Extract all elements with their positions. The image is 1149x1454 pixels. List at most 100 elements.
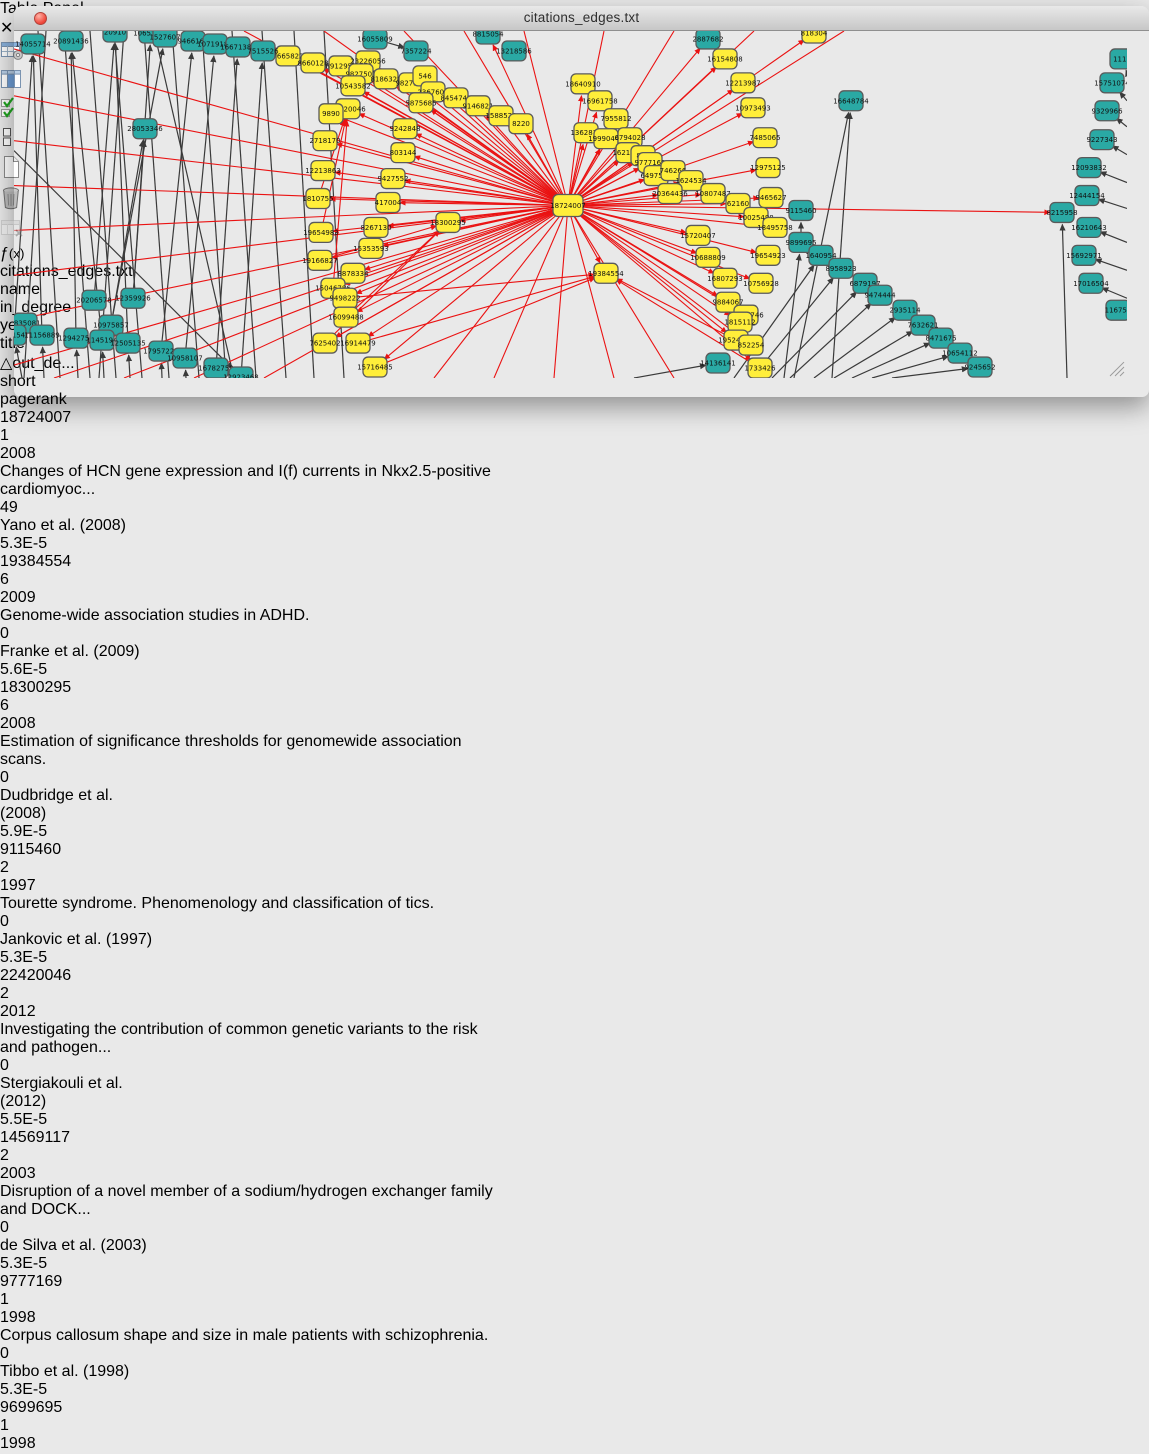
node-label: 546 [418, 72, 431, 80]
node-label: 20364436 [652, 190, 688, 198]
cell: 0 [0, 769, 65, 787]
edge [1095, 259, 1127, 270]
cell: Tibbo et al. (1998) [0, 1363, 160, 1381]
table-row[interactable]: 2242004622012Investigating the contribut… [0, 967, 1149, 1129]
node-label: 12359926 [115, 295, 151, 303]
edge [1100, 172, 1127, 183]
delete-table-disabled-icon [0, 216, 1149, 245]
cell: 2 [0, 985, 103, 1003]
edge [1098, 199, 1127, 208]
cell: Tourette syndrome. Phenomenology and cla… [0, 895, 493, 913]
table-row[interactable]: 1872400712008Changes of HCN gene express… [0, 409, 1149, 553]
node-label: 19654923 [750, 252, 786, 260]
cell: 1 [0, 1291, 103, 1309]
node-label: 20910 [104, 31, 126, 36]
node-label: 9465627 [755, 194, 786, 202]
node-label: 9245652 [964, 364, 995, 372]
node-label: 16099488 [328, 314, 364, 322]
cell: 18300295 [0, 679, 86, 697]
cell: 2 [0, 1147, 103, 1165]
node-label: 15716485 [357, 364, 393, 372]
cell: Disruption of a novel member of a sodium… [0, 1183, 493, 1219]
node-label: 1527607 [149, 33, 180, 41]
edge [872, 356, 948, 378]
edge [1062, 224, 1067, 378]
node-label: 10688809 [690, 254, 726, 262]
edge [814, 317, 895, 378]
close-window-button[interactable] [34, 12, 47, 25]
sort-ascending-icon: △ [0, 355, 12, 372]
cell: 2 [0, 859, 103, 877]
node-label: 14055714 [15, 40, 51, 48]
edge [568, 31, 604, 205]
edge [129, 355, 130, 378]
node-table: namein_degreeyeartitle△out_de...shortpag… [0, 281, 1149, 1454]
edge [784, 254, 800, 378]
node-label: 12093832 [1071, 164, 1107, 172]
node-label: 28053346 [127, 125, 163, 133]
edge [43, 347, 44, 378]
cell: Corpus callosum shape and size in male p… [0, 1327, 493, 1345]
cell: Changes of HCN gene expression and I(f) … [0, 463, 493, 499]
edge [1120, 92, 1127, 101]
window-title: citations_edges.txt [14, 6, 1149, 30]
edge [892, 369, 968, 378]
node-label: 12213863 [305, 167, 341, 175]
network-graph[interactable]: 1872400776658228660128891295423226056982… [14, 31, 1127, 378]
table-row[interactable]: 911546021997Tourette syndrome. Phenomeno… [0, 841, 1149, 967]
node-label: 9890 [322, 110, 340, 118]
node-label: 16961758 [582, 97, 618, 105]
node-label: 10807487 [695, 190, 731, 198]
cell: 1 [0, 427, 103, 445]
cell: 0 [0, 1057, 65, 1075]
node-label: 17016504 [1073, 280, 1109, 288]
cell: 2009 [0, 589, 69, 607]
node-label: 818304 [801, 31, 828, 37]
cell: 22420046 [0, 967, 86, 985]
window-frame: 1872400776658228660128891295423226056982… [14, 31, 1149, 383]
cell: 1998 [0, 1435, 69, 1453]
network-canvas[interactable]: 1872400776658228660128891295423226056982… [14, 31, 1149, 383]
table-row[interactable]: 977716911998Corpus callosum shape and si… [0, 1273, 1149, 1399]
node-label: 18640910 [565, 80, 601, 88]
node-label: 18724007 [550, 202, 586, 210]
cell: 5.3E-5 [0, 1255, 115, 1273]
edge [94, 44, 114, 300]
node-label: 10973493 [735, 104, 771, 112]
node-label: 9115460 [785, 207, 816, 215]
minimize-window-button[interactable] [55, 12, 68, 25]
cell: 1997 [0, 877, 69, 895]
cell: 5.5E-5 [0, 1111, 115, 1129]
table-row[interactable]: 969969511998Structural magnetic resonanc… [0, 1399, 1149, 1454]
node-label: 7515526 [247, 47, 278, 55]
node-label: 1624534 [675, 177, 707, 185]
window-titlebar[interactable]: citations_edges.txt [14, 6, 1149, 31]
zoom-window-button[interactable] [76, 12, 89, 25]
cell: 1998 [0, 1309, 69, 1327]
node-label: 16648784 [833, 97, 869, 105]
network-window: citations_edges.txt 18724007766582286601… [14, 6, 1149, 397]
node-label: 10975857 [93, 322, 129, 330]
cell: Structural magnetic resonance image aver… [0, 1453, 493, 1454]
node-label: 1810755 [302, 195, 333, 203]
node-label: 16154808 [707, 55, 743, 63]
node-label: 2935114 [889, 307, 921, 315]
table-row[interactable]: 1938455462009Genome-wide association stu… [0, 553, 1149, 679]
node-label: 8878334 [337, 270, 369, 278]
table-row[interactable]: 1456911722003Disruption of a novel membe… [0, 1129, 1149, 1273]
node-label: 16807293 [707, 275, 743, 283]
node-label: 62160 [727, 200, 749, 208]
node-label: 15692971 [1066, 252, 1102, 260]
cell: Genome-wide association studies in ADHD. [0, 607, 493, 625]
node-label: 16055809 [357, 35, 393, 43]
node-label: 1117 [1113, 55, 1127, 63]
cell: 5.3E-5 [0, 1381, 115, 1399]
node-label: 116753 [1105, 307, 1127, 315]
node-label: 10958107 [167, 355, 203, 363]
cell: 9699695 [0, 1399, 86, 1417]
cell: 18724007 [0, 409, 86, 427]
edge [154, 31, 234, 378]
cell: Stergiakouli et al. (2012) [0, 1075, 160, 1111]
table-row[interactable]: 1830029562008Estimation of significance … [0, 679, 1149, 841]
node-label: 12975125 [750, 164, 786, 172]
